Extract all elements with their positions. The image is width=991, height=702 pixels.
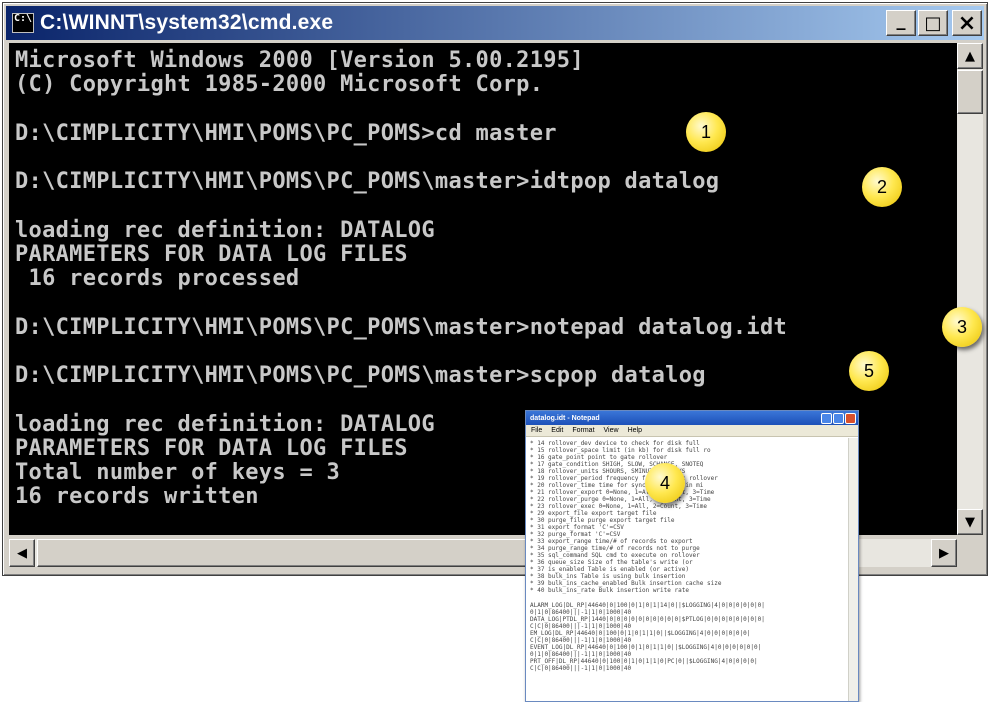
notepad-field-row: * 39 bulk_ins_cache_enabled Bulk inserti… xyxy=(530,580,722,587)
notepad-data-row: 0|1|0|86400|||-1|1|0|1000|40 xyxy=(530,609,632,616)
horizontal-scroll-thumb[interactable] xyxy=(37,539,545,567)
console-line: Microsoft Windows 2000 [Version 5.00.219… xyxy=(15,48,584,73)
window-controls: _ □ × xyxy=(886,10,982,36)
notepad-data-row: C|C|0|86400|||-1|1|0|1000|40 xyxy=(530,665,632,672)
notepad-field-row: * 15 rollover_space limit (in kb) for di… xyxy=(530,447,711,454)
close-button[interactable]: × xyxy=(952,10,982,36)
console-line: loading rec definition: DATALOG xyxy=(15,412,435,437)
console-line: D:\CIMPLICITY\HMI\POMS\PC_POMS\master>id… xyxy=(15,169,720,194)
notepad-field-row: * 35 sql_command SQL cmd to execute on r… xyxy=(530,552,700,559)
notepad-title-bar[interactable]: datalog.idt - Notepad xyxy=(526,411,858,425)
scroll-left-button[interactable]: ◀ xyxy=(9,539,35,567)
notepad-data-row: PRT_OFF|DL_RP|44640|0|100|0|1|0|1|1|0|PC… xyxy=(530,658,758,665)
arrow-down-icon: ▼ xyxy=(965,514,975,530)
menu-help[interactable]: Help xyxy=(628,427,642,434)
console-line: 16 records written xyxy=(15,484,259,509)
maximize-icon: □ xyxy=(924,12,942,34)
notepad-field-row: * 14 rollover_dev device to check for di… xyxy=(530,440,700,447)
vertical-scroll-thumb[interactable] xyxy=(957,70,983,114)
notepad-title: datalog.idt - Notepad xyxy=(530,414,600,422)
menu-edit[interactable]: Edit xyxy=(551,427,563,434)
scroll-down-button[interactable]: ▼ xyxy=(957,509,983,535)
notepad-data-row: EM_LOG|DL_RP|44640|0|100|0|1|0|1|1|0||$L… xyxy=(530,630,751,637)
scroll-right-button[interactable]: ▶ xyxy=(931,539,957,567)
console-line: D:\CIMPLICITY\HMI\POMS\PC_POMS>cd master xyxy=(15,121,557,146)
menu-format[interactable]: Format xyxy=(572,427,594,434)
notepad-field-row: * 31 export_format 'C'=CSV xyxy=(530,524,624,531)
notepad-field-row: * 37 is_enabled Table is enabled (or act… xyxy=(530,566,689,573)
notepad-minimize-icon[interactable] xyxy=(821,413,832,424)
notepad-data-row: C|C|0|86400|||-1|1|0|1000|40 xyxy=(530,623,632,630)
console-line: PARAMETERS FOR DATA LOG FILES xyxy=(15,242,408,267)
callout-5: 5 xyxy=(849,351,889,391)
scroll-up-button[interactable]: ▲ xyxy=(957,43,983,69)
callout-3: 3 xyxy=(942,307,982,347)
console-line: D:\CIMPLICITY\HMI\POMS\PC_POMS\master>no… xyxy=(15,315,788,340)
notepad-field-row: * 32 purge_format 'C'=CSV xyxy=(530,531,621,538)
close-icon: × xyxy=(957,10,977,36)
notepad-field-row: * 16 gate_point point to gate rollover xyxy=(530,454,668,461)
notepad-field-row: * 34 purge_range time/# of records not t… xyxy=(530,545,700,552)
notepad-field-row: * 38 bulk_ins Table is using bulk insert… xyxy=(530,573,686,580)
notepad-field-row: * 33 export_range time/# of records to e… xyxy=(530,538,693,545)
window-title: C:\WINNT\system32\cmd.exe xyxy=(40,11,334,34)
notepad-field-row: * 19 rollover_period frequency for perio… xyxy=(530,475,718,482)
notepad-data-row: 0|1|0|86400|||-1|1|0|1000|40 xyxy=(530,651,632,658)
notepad-blank-line xyxy=(530,594,844,602)
notepad-data-row: ALARM_LOG|DL_RP|44640|0|100|0|1|0|1|14|0… xyxy=(530,602,765,609)
notepad-field-row: * 36 queue_size Size of the table's writ… xyxy=(530,559,693,566)
notepad-field-row: * 40 bulk_ins_rate Bulk insertion write … xyxy=(530,587,689,594)
console-line: PARAMETERS FOR DATA LOG FILES xyxy=(15,436,408,461)
menu-file[interactable]: File xyxy=(531,427,542,434)
notepad-field-row: * 20 rollover_time time for synch rollov… xyxy=(530,482,704,489)
cmd-system-icon[interactable]: C:\ xyxy=(12,13,34,33)
callout-2: 2 xyxy=(862,167,902,207)
arrow-left-icon: ◀ xyxy=(17,545,27,561)
arrow-up-icon: ▲ xyxy=(965,48,975,64)
notepad-field-row: * 23 rollover_exec 0=None, 1=All, 2=Coun… xyxy=(530,503,708,510)
maximize-button[interactable]: □ xyxy=(918,10,948,36)
callout-1: 1 xyxy=(686,112,726,152)
callout-4: 4 xyxy=(645,463,685,503)
notepad-window-controls xyxy=(821,413,856,424)
notepad-field-row: * 17 gate_condition SHIGH, SLOW, SCHANGE… xyxy=(530,461,704,468)
scrollbar-corner xyxy=(957,539,983,567)
console-line: D:\CIMPLICITY\HMI\POMS\PC_POMS\master>sc… xyxy=(15,363,706,388)
notepad-field-row: * 21 rollover_export 0=None, 1=All, 2=Co… xyxy=(530,489,715,496)
vertical-scrollbar[interactable]: ▲ ▼ xyxy=(957,43,983,535)
notepad-window[interactable]: datalog.idt - Notepad File Edit Format V… xyxy=(525,410,859,702)
notepad-data-row: C|C|0|86400|||-1|1|0|1000|40 xyxy=(530,637,632,644)
notepad-field-row: * 30 purge_file purge export target file xyxy=(530,517,675,524)
console-line: Total number of keys = 3 xyxy=(15,460,341,485)
notepad-maximize-icon[interactable] xyxy=(833,413,844,424)
notepad-field-row: * 18 rollover_units SHOURS, SMINUTES, SD… xyxy=(530,468,686,475)
console-line: 16 records processed xyxy=(15,266,300,291)
notepad-data-row: DATA_LOG|PTDL_RP|1440|0|0|0|0|0|0|0|0|0|… xyxy=(530,616,765,623)
notepad-field-row: * 22 rollover_purge 0=None, 1=All, 2=Cou… xyxy=(530,496,711,503)
title-bar[interactable]: C:\ C:\WINNT\system32\cmd.exe _ □ × xyxy=(6,6,984,40)
arrow-right-icon: ▶ xyxy=(939,545,949,561)
notepad-data-row: EVENT_LOG|DL_RP|44640|0|100|0|1|0|1|1|0|… xyxy=(530,644,762,651)
console-line: loading rec definition: DATALOG xyxy=(15,218,435,243)
notepad-field-row: * 29 export_file export target file xyxy=(530,510,657,517)
notepad-text-area[interactable]: * 14 rollover_dev device to check for di… xyxy=(526,438,848,701)
notepad-menu-bar: File Edit Format View Help xyxy=(526,425,858,437)
notepad-close-icon[interactable] xyxy=(845,413,856,424)
menu-view[interactable]: View xyxy=(604,427,619,434)
minimize-button[interactable]: _ xyxy=(886,10,916,36)
notepad-scrollbar[interactable] xyxy=(848,438,858,701)
minimize-icon: _ xyxy=(896,9,906,31)
console-line: (C) Copyright 1985-2000 Microsoft Corp. xyxy=(15,72,544,97)
